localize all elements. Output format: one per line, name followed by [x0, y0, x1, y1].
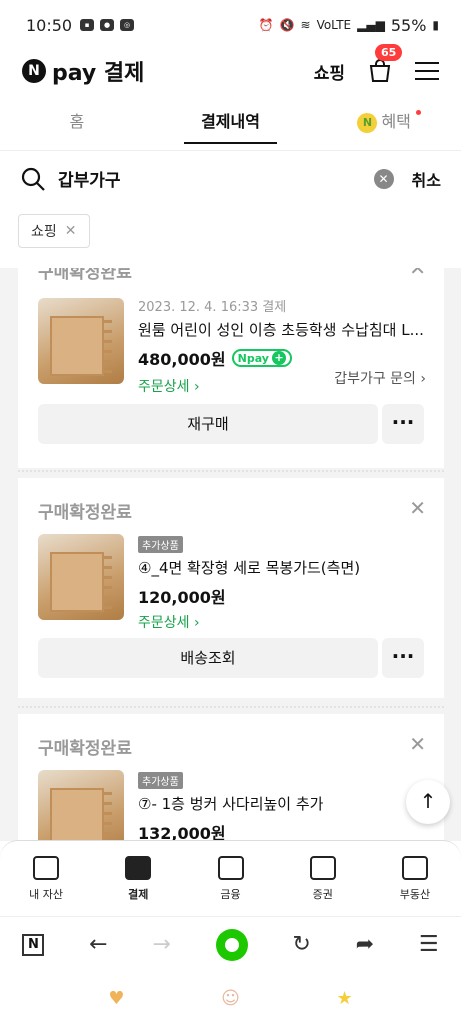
- order-card: 구매확정완료 ✕ 추가상품 ④_4면 확장형 세로 목봉가드(측면) 120,0…: [18, 478, 444, 698]
- back-arrow-icon[interactable]: ←: [89, 932, 107, 957]
- product-name[interactable]: ⑦- 1층 벙커 사다리높이 추가: [138, 793, 426, 814]
- alarm-icon: ⏰: [258, 18, 274, 32]
- filter-chips: 쇼핑 ✕: [18, 214, 90, 248]
- add-on-tag: 추가상품: [138, 772, 183, 789]
- network-label: VoLTE: [316, 18, 352, 32]
- order-status: 구매확정완료: [38, 739, 132, 759]
- search-icon[interactable]: [20, 166, 46, 192]
- order-card: 구매확정완료 ✕ 추가상품 ⑦- 1층 벙커 사다리높이 추가 132,000원: [18, 714, 444, 841]
- product-price: 132,000원: [138, 824, 226, 841]
- product-thumbnail[interactable]: [38, 770, 124, 841]
- status-bar: 10:50 ▪ ● ◎ ⏰ 🔇 ≋ VoLTE ▂▄▆ 55% ▮: [0, 0, 461, 50]
- forward-arrow-icon[interactable]: →: [152, 932, 170, 957]
- nav-payment[interactable]: 결제: [92, 841, 184, 916]
- naver-home-icon[interactable]: N: [22, 933, 45, 956]
- order-date: 2023. 12. 4. 16:33 결제: [138, 300, 287, 315]
- close-icon[interactable]: ✕: [409, 732, 426, 756]
- product-thumbnail[interactable]: [38, 298, 124, 384]
- npay-logo[interactable]: N pay 결제: [22, 55, 144, 87]
- mute-icon: 🔇: [279, 18, 295, 32]
- tab-payment-history[interactable]: 결제내역: [154, 100, 308, 146]
- bottom-nav: 내 자산 결제 금융 증권 부동산: [0, 840, 461, 916]
- chart-icon: [309, 855, 336, 880]
- talk-icon: ●: [100, 19, 115, 31]
- coin-icon: N: [357, 112, 378, 133]
- track-delivery-button[interactable]: 배송조회: [38, 638, 378, 678]
- logo-n-icon: N: [22, 59, 46, 83]
- green-dot-icon[interactable]: [215, 928, 248, 961]
- scroll-to-top-button[interactable]: ↑: [406, 780, 450, 824]
- arrow-up-icon: ↑: [419, 789, 437, 813]
- order-list: 구매확정완료 ✕ 2023. 12. 4. 16:33 결제 원룸 어린이 성인…: [0, 268, 461, 841]
- cart-count-badge: 65: [375, 44, 403, 61]
- order-status: 구매확정완료: [38, 268, 132, 283]
- close-icon[interactable]: ✕: [409, 496, 426, 520]
- npay-plus-badge: Npay +: [231, 349, 292, 367]
- star-icon[interactable]: ★: [337, 988, 353, 1009]
- order-status: 구매확정완료: [38, 503, 132, 523]
- product-name[interactable]: ④_4면 확장형 세로 목봉가드(측면): [138, 557, 426, 578]
- main-tabs: 홈 결제내역 N 혜택: [0, 100, 461, 146]
- more-button[interactable]: ···: [382, 404, 424, 444]
- seller-inquiry-link[interactable]: 갑부가구 문의 ›: [334, 368, 426, 388]
- divider: [18, 470, 444, 472]
- instagram-icon: ◎: [120, 19, 135, 31]
- building-icon: [401, 855, 428, 880]
- product-name[interactable]: 원룸 어린이 성인 이층 초등학생 수납침대 L...: [138, 319, 426, 340]
- notification-icon: ▪: [80, 19, 95, 31]
- face-icon[interactable]: ☺: [221, 988, 240, 1009]
- search-input[interactable]: 갑부가구: [58, 166, 121, 191]
- close-icon[interactable]: ✕: [409, 268, 426, 280]
- system-nav-bar: ♥ ☺ ★: [0, 972, 461, 1024]
- product-price: 480,000원: [138, 350, 226, 369]
- wifi-icon: ≋: [300, 18, 311, 32]
- nav-real-estate[interactable]: 부동산: [369, 841, 461, 916]
- browser-toolbar: N ← → ↻ ➦ ☰: [0, 916, 461, 972]
- share-icon[interactable]: ➦: [356, 932, 374, 957]
- divider: [18, 706, 444, 708]
- tab-benefits[interactable]: N 혜택: [307, 100, 461, 146]
- cancel-button[interactable]: 취소: [412, 167, 441, 191]
- tab-home[interactable]: 홈: [0, 100, 154, 146]
- order-detail-link[interactable]: 주문상세 ›: [138, 612, 426, 632]
- product-price: 120,000원: [138, 588, 226, 607]
- battery-level: 55%: [390, 15, 427, 35]
- app-header: N pay 결제 쇼핑 65: [0, 44, 461, 94]
- bag-icon: [217, 855, 244, 880]
- cart-button[interactable]: 65: [367, 44, 403, 84]
- menu-lines-icon[interactable]: ☰: [419, 932, 439, 957]
- cart-icon: [369, 59, 391, 82]
- signal-icon: ▂▄▆: [357, 18, 385, 32]
- order-card: 구매확정완료 ✕ 2023. 12. 4. 16:33 결제 원룸 어린이 성인…: [18, 268, 444, 468]
- more-button[interactable]: ···: [382, 638, 424, 678]
- shopping-link[interactable]: 쇼핑: [314, 59, 345, 84]
- filter-chip-shopping[interactable]: 쇼핑 ✕: [18, 214, 90, 248]
- product-thumbnail[interactable]: [38, 534, 124, 620]
- rebuy-button[interactable]: 재구매: [38, 404, 378, 444]
- menu-button[interactable]: [415, 62, 439, 80]
- nav-stocks[interactable]: 증권: [277, 841, 369, 916]
- clock: 10:50: [26, 15, 73, 35]
- add-on-tag: 추가상품: [138, 536, 183, 553]
- battery-icon: ▮: [432, 18, 439, 32]
- nav-finance[interactable]: 금융: [184, 841, 276, 916]
- nav-my-assets[interactable]: 내 자산: [0, 841, 92, 916]
- refresh-icon[interactable]: ↻: [292, 932, 310, 957]
- new-dot: [416, 110, 422, 115]
- search-bar: 갑부가구 ✕ 취소: [0, 150, 461, 206]
- clear-search-icon[interactable]: ✕: [373, 168, 394, 189]
- heart-icon[interactable]: ♥: [108, 988, 124, 1009]
- logo-text: pay 결제: [52, 61, 145, 86]
- remove-filter-icon[interactable]: ✕: [65, 223, 77, 239]
- receipt-icon: [125, 855, 152, 880]
- wallet-icon: [33, 855, 60, 880]
